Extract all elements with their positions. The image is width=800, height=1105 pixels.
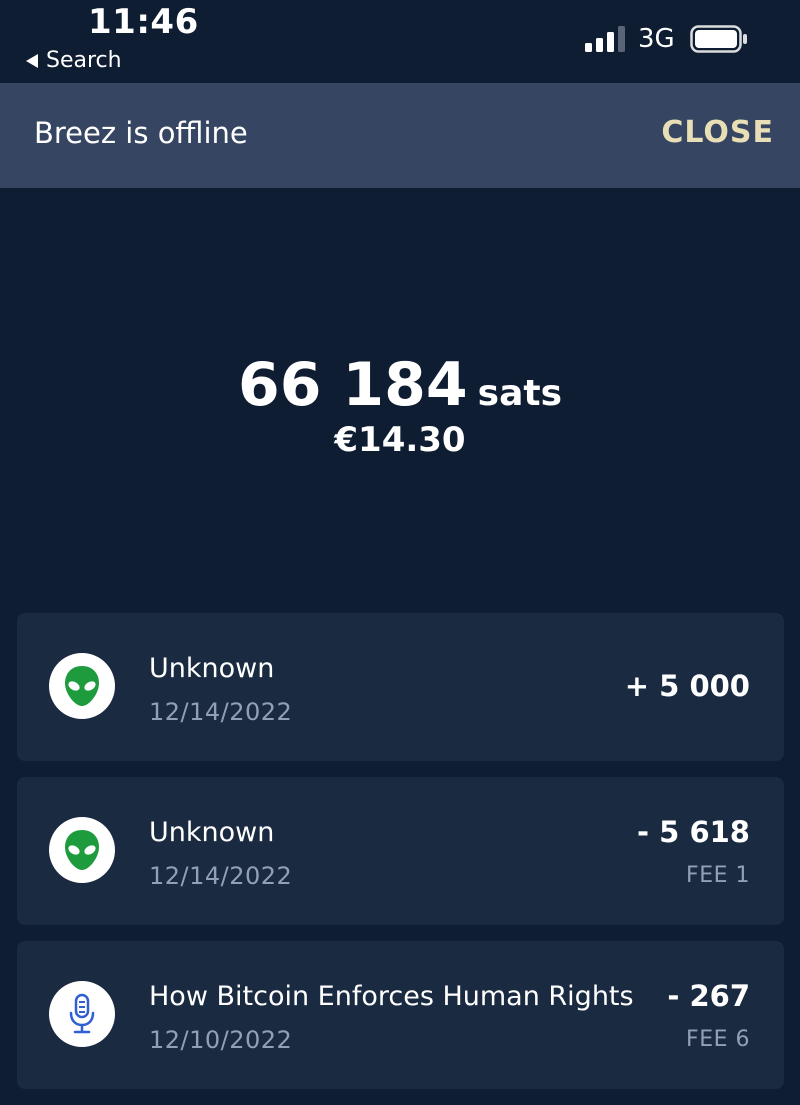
transaction-item[interactable]: Unknown 12/14/2022 - 5 618 FEE 1 xyxy=(17,777,784,925)
network-type: 3G xyxy=(638,24,675,54)
balance-unit: sats xyxy=(477,373,562,414)
transaction-fee: FEE 1 xyxy=(686,863,750,888)
balance-row: 66 184 sats xyxy=(238,350,562,420)
back-label: Search xyxy=(46,48,122,73)
transaction-title: Unknown xyxy=(149,653,275,684)
back-arrow-icon xyxy=(26,53,38,68)
transaction-date: 12/14/2022 xyxy=(149,698,293,726)
battery-icon xyxy=(690,25,747,53)
transaction-amount: - 267 xyxy=(667,979,750,1013)
transaction-item[interactable]: Unknown 12/14/2022 + 5 000 xyxy=(17,613,784,761)
balance-amount: 66 184 xyxy=(238,350,468,420)
transaction-fee: FEE 6 xyxy=(686,1027,750,1052)
transaction-date: 12/14/2022 xyxy=(149,862,293,890)
alien-icon xyxy=(49,653,115,719)
signal-bars-icon xyxy=(585,26,625,52)
transaction-amount: - 5 618 xyxy=(637,815,750,849)
back-to-search-button[interactable]: Search xyxy=(26,48,122,73)
alien-icon xyxy=(49,817,115,883)
transaction-title: Unknown xyxy=(149,817,275,848)
offline-banner: Breez is offline CLOSE xyxy=(0,83,800,188)
close-banner-button[interactable]: CLOSE xyxy=(661,115,774,150)
microphone-icon xyxy=(49,981,115,1047)
offline-message: Breez is offline xyxy=(34,116,248,150)
transaction-title: How Bitcoin Enforces Human Rights xyxy=(149,981,634,1012)
balance-display: 66 184 sats €14.30 xyxy=(0,350,800,460)
transaction-amount: + 5 000 xyxy=(624,669,750,703)
transaction-list: Unknown 12/14/2022 + 5 000 Unknown 12/14… xyxy=(17,613,784,1105)
transaction-date: 12/10/2022 xyxy=(149,1026,293,1054)
status-time: 11:46 xyxy=(88,2,199,42)
transaction-item[interactable]: How Bitcoin Enforces Human Rights 12/10/… xyxy=(17,941,784,1089)
balance-fiat: €14.30 xyxy=(334,420,466,460)
status-bar: 11:46 Search 3G xyxy=(0,0,800,83)
